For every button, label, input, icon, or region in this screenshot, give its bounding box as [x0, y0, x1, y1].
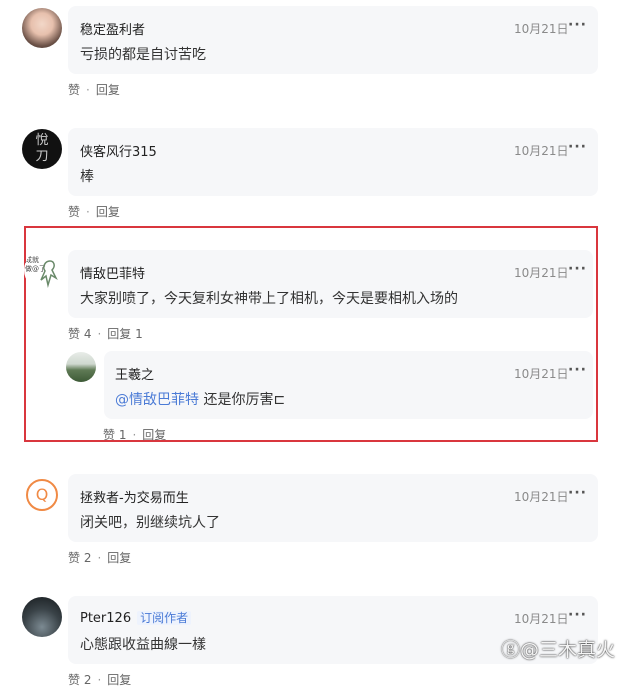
watermark-text: @三木真火	[519, 639, 615, 661]
comment-actions: 赞 2 · 回复	[68, 671, 131, 688]
comment-text: 闭关吧，别继续坑人了	[80, 515, 220, 531]
reply-actions: 赞 1 · 回复	[103, 426, 166, 443]
more-options-icon[interactable]: ···	[568, 362, 587, 378]
separator-dot: ·	[97, 673, 102, 687]
comment-actions: 赞 · 回复	[68, 203, 120, 220]
more-options-icon[interactable]: ···	[568, 607, 587, 623]
comment-actions: 赞 2 · 回复	[68, 549, 131, 566]
comment-username[interactable]: 情敌巴菲特	[80, 263, 145, 282]
avatar[interactable]: 成就 做@了	[24, 250, 64, 290]
reply-button[interactable]: 回复	[107, 549, 131, 566]
reply-body: 还是你厉害⊏	[199, 392, 286, 408]
like-button[interactable]: 赞 2	[68, 671, 91, 688]
avatar[interactable]	[22, 597, 62, 637]
figure-icon	[40, 260, 58, 288]
more-options-icon[interactable]: ···	[568, 17, 587, 33]
avatar[interactable]: Q	[22, 475, 62, 515]
subscriber-badge: 订阅作者	[137, 611, 192, 625]
reply-text: @情敌巴菲特 还是你厉害⊏	[115, 389, 285, 409]
separator-dot: ·	[86, 205, 90, 219]
separator-dot: ·	[132, 428, 137, 442]
like-button[interactable]: 赞 2	[68, 549, 91, 566]
comment-date: 10月21日	[514, 22, 569, 36]
comment-username[interactable]: 侠客风行315	[80, 141, 157, 160]
comment-text: 大家别喷了，今天复利女神带上了相机，今天是要相机入场的	[80, 291, 458, 307]
mention-link[interactable]: @情敌巴菲特	[115, 392, 199, 408]
comment-username[interactable]: 拯救者-为交易而生	[80, 487, 189, 506]
comment-actions: 赞 · 回复	[68, 81, 120, 98]
avatar[interactable]	[22, 8, 62, 48]
separator-dot: ·	[86, 83, 90, 97]
like-button[interactable]: 赞 4	[68, 325, 91, 342]
comment-username[interactable]: 稳定盈利者	[80, 19, 145, 38]
comment-date: 10月21日	[514, 266, 569, 280]
comment-date: 10月21日	[514, 612, 569, 626]
like-button[interactable]: 赞 1	[103, 426, 126, 443]
username-link[interactable]: Pter126	[80, 611, 131, 626]
comment-text: 心態跟收益曲線一樣	[80, 637, 206, 653]
comment-username: Pter126 订阅作者	[80, 609, 192, 626]
more-options-icon[interactable]: ···	[568, 485, 587, 501]
reply-button[interactable]: 回复	[96, 203, 120, 220]
more-options-icon[interactable]: ···	[568, 261, 587, 277]
q-logo-icon: Q	[26, 479, 58, 511]
reply-avatar[interactable]	[66, 352, 96, 382]
reply-button[interactable]: 回复	[96, 81, 120, 98]
comment-text: 亏损的都是自讨苦吃	[80, 47, 206, 63]
watermark: ⓖ@三木真火	[501, 635, 615, 662]
more-options-icon[interactable]: ···	[568, 139, 587, 155]
avatar-glyph: 悅 刀	[35, 133, 49, 164]
comment-actions: 赞 4 · 回复 1	[68, 325, 143, 342]
like-button[interactable]: 赞	[68, 203, 80, 220]
comment-bubble	[68, 128, 598, 196]
reply-username[interactable]: 王羲之	[115, 364, 154, 383]
avatar-letter: Q	[35, 485, 49, 504]
separator-dot: ·	[97, 327, 102, 341]
watermark-icon: ⓖ	[500, 639, 520, 661]
comment-text: 棒	[80, 169, 94, 185]
like-button[interactable]: 赞	[68, 81, 80, 98]
separator-dot: ·	[97, 551, 102, 565]
reply-button[interactable]: 回复 1	[107, 325, 142, 342]
reply-date: 10月21日	[514, 367, 569, 381]
avatar[interactable]: 悅 刀	[22, 129, 62, 169]
reply-button[interactable]: 回复	[107, 671, 131, 688]
comment-date: 10月21日	[514, 144, 569, 158]
reply-button[interactable]: 回复	[142, 426, 166, 443]
comment-date: 10月21日	[514, 490, 569, 504]
